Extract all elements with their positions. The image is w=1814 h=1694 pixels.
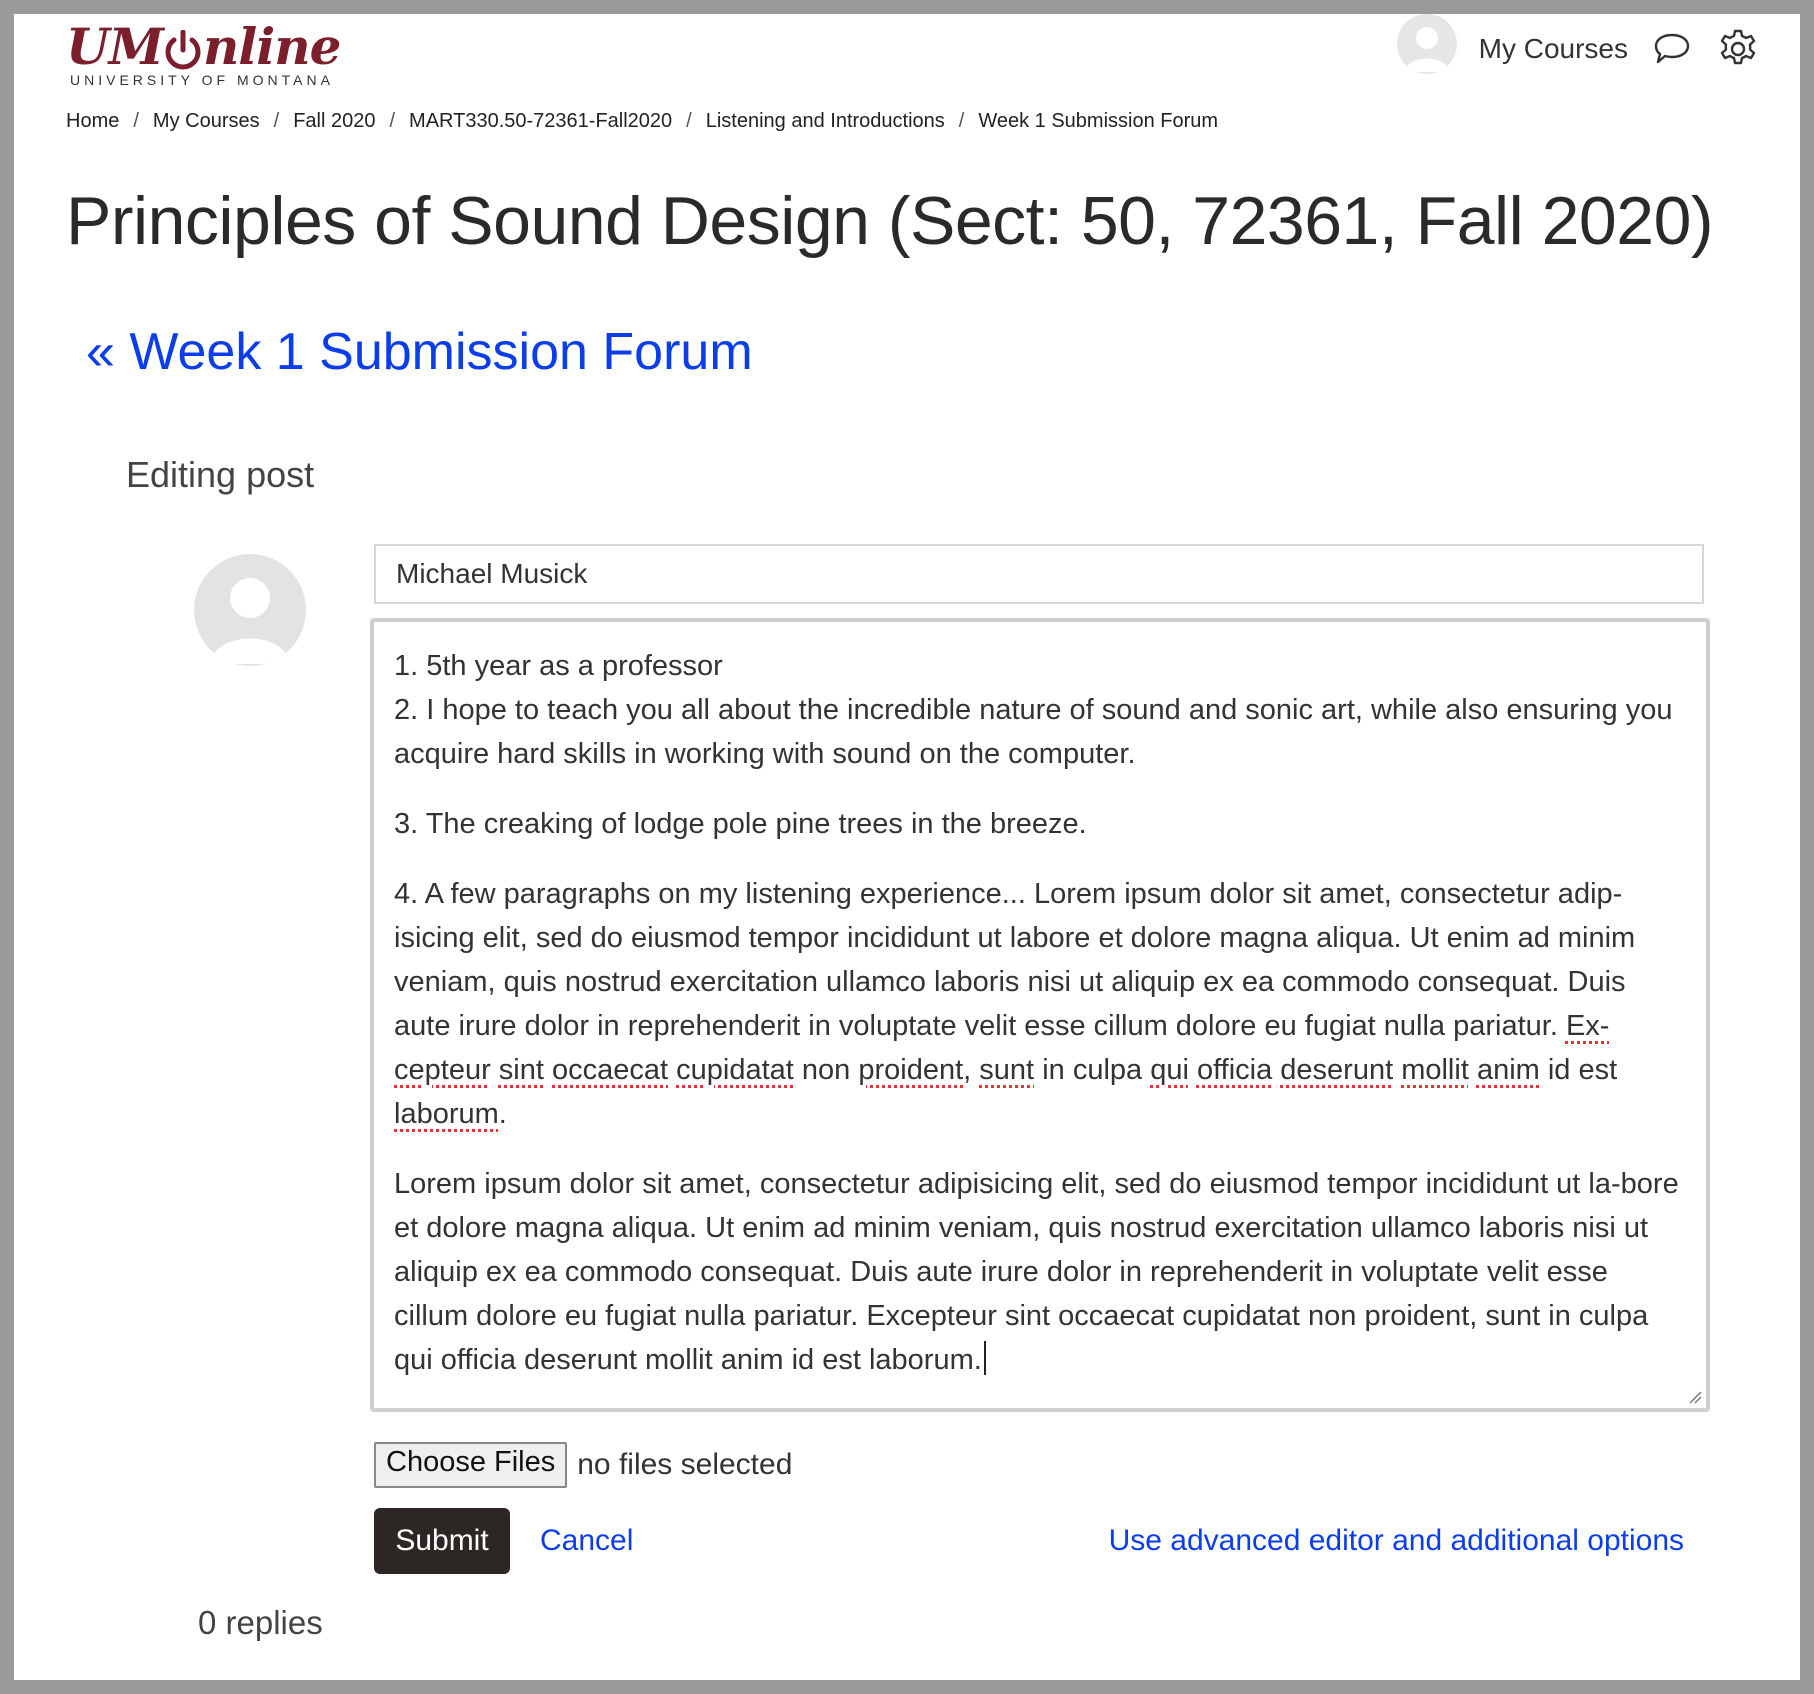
paragraph-5-text: Lorem ipsum dolor sit amet, consectetur … (394, 1168, 1679, 1376)
message-line-1: 1. 5th year as a professor (394, 650, 723, 682)
breadcrumb-separator: / (389, 110, 396, 132)
breadcrumb-separator: / (273, 110, 280, 132)
advanced-editor-link[interactable]: Use advanced editor and additional optio… (1109, 1524, 1684, 1558)
submit-button[interactable]: Submit (374, 1508, 510, 1574)
logo-wordmark: UM nline (66, 18, 366, 76)
breadcrumb-separator: / (958, 110, 965, 132)
misspelled-word: anim (1476, 1054, 1540, 1086)
breadcrumb-separator: / (133, 110, 139, 132)
power-icon (164, 26, 202, 70)
paragraph-4-text: . (498, 1098, 507, 1130)
messages-button[interactable] (1650, 27, 1694, 71)
page-frame: UM nline UNIVERSITY OF MONTANA My Courses (14, 14, 1800, 1680)
paragraph-4-text: non (801, 1054, 851, 1086)
breadcrumb-forum[interactable]: Week 1 Submission Forum (978, 110, 1218, 133)
message-paragraph-5: Lorem ipsum dolor sit amet, consectetur … (394, 1162, 1688, 1382)
gear-icon (1720, 29, 1756, 65)
breadcrumb-fall-2020[interactable]: Fall 2020 (293, 110, 375, 133)
text-cursor (983, 1341, 986, 1375)
user-avatar[interactable] (1396, 14, 1457, 74)
page-title: Principles of Sound Design (Sect: 50, 72… (66, 183, 1714, 259)
breadcrumb-home[interactable]: Home (66, 110, 119, 133)
file-attachment-row: Choose Files no files selected (374, 1442, 792, 1488)
breadcrumb-section[interactable]: Listening and Introductions (706, 110, 945, 133)
breadcrumb: Home / My Courses / Fall 2020 / MART330.… (66, 110, 1218, 133)
message-line-2: 2. I hope to teach you all about the inc… (394, 694, 1673, 770)
logo-um: UM (66, 17, 164, 76)
paragraph-4-text: 4. A few paragraphs on my listening expe… (394, 878, 1636, 1042)
editing-post-heading: Editing post (126, 454, 315, 495)
misspelled-word: deserunt (1280, 1054, 1394, 1086)
misspelled-word: qui (1150, 1054, 1189, 1086)
replies-count: 0 replies (198, 1604, 323, 1641)
message-textarea[interactable]: 1. 5th year as a professor 2. I hope to … (370, 618, 1710, 1412)
settings-button[interactable] (1716, 27, 1760, 71)
top-navigation: My Courses (1396, 14, 1760, 84)
breadcrumb-my-courses[interactable]: My Courses (153, 110, 260, 133)
breadcrumb-course[interactable]: MART330.50-72361-Fall2020 (409, 110, 672, 133)
misspelled-word: proident (858, 1054, 964, 1086)
site-logo[interactable]: UM nline UNIVERSITY OF MONTANA (66, 18, 366, 89)
misspelled-word: mollit (1401, 1054, 1469, 1086)
paragraph-4-text: id est (1547, 1054, 1618, 1086)
misspelled-word: sint (498, 1054, 544, 1086)
message-paragraph-4: 4. A few paragraphs on my listening expe… (394, 872, 1688, 1136)
cancel-link[interactable]: Cancel (540, 1524, 633, 1558)
misspelled-word: officia (1196, 1054, 1273, 1086)
file-status: no files selected (577, 1448, 793, 1481)
misspelled-word: sunt (979, 1054, 1035, 1086)
paragraph-4-text: in culpa (1042, 1054, 1143, 1086)
misspelled-word: laborum (394, 1098, 499, 1130)
subject-input[interactable] (374, 544, 1704, 604)
chat-bubble-icon (1654, 33, 1690, 64)
logo-subtitle: UNIVERSITY OF MONTANA (70, 72, 334, 88)
back-to-forum-link[interactable]: « Week 1 Submission Forum (86, 322, 753, 382)
misspelled-word: occaecat (552, 1054, 669, 1086)
my-courses-link[interactable]: My Courses (1479, 33, 1628, 65)
user-silhouette-icon (1404, 27, 1449, 72)
misspelled-word: cupidatat (676, 1054, 794, 1086)
message-line-3: 3. The creaking of lodge pole pine trees… (394, 808, 1087, 840)
author-avatar (194, 554, 306, 666)
user-silhouette-icon (210, 578, 290, 664)
breadcrumb-separator: / (686, 110, 692, 132)
paragraph-4-text: , (963, 1054, 972, 1086)
logo-nline: nline (202, 17, 342, 76)
resize-handle-icon[interactable] (1688, 1390, 1702, 1404)
choose-files-button[interactable]: Choose Files (374, 1442, 568, 1488)
